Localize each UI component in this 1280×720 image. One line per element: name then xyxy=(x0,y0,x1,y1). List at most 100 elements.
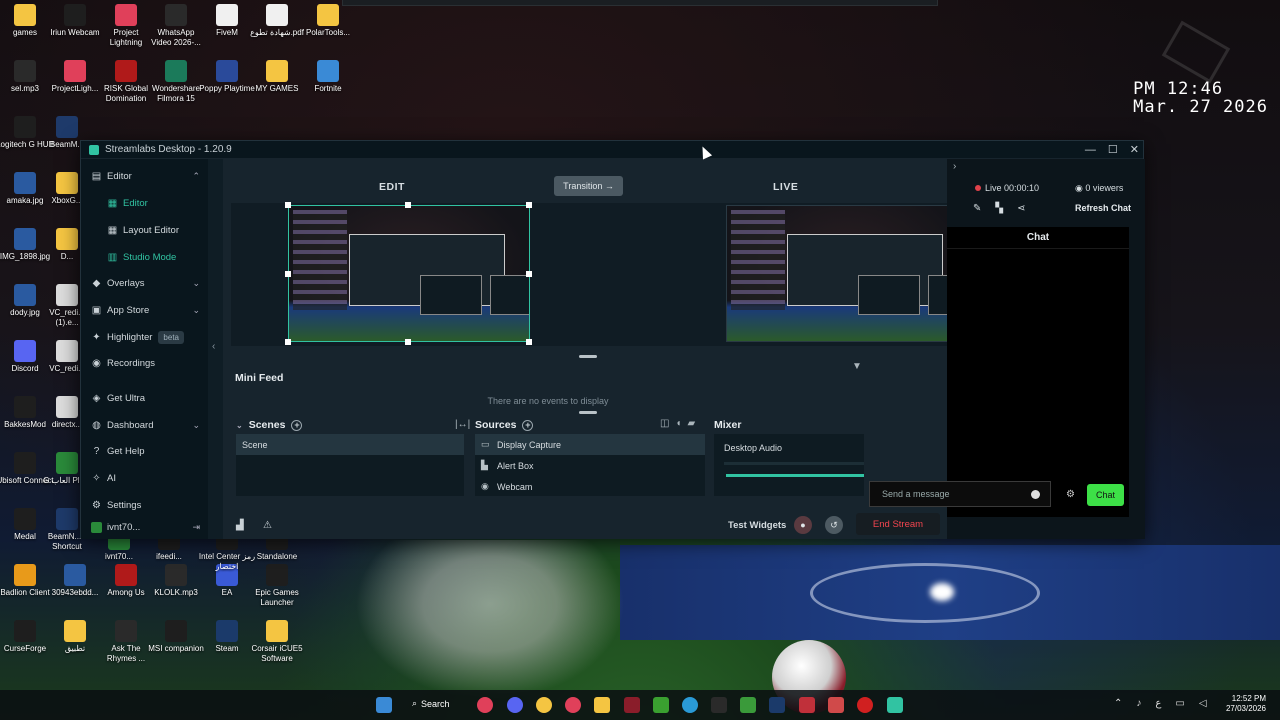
sidebar-dashboard[interactable]: ◍ Dashboard ⌄ xyxy=(81,414,208,436)
desktop-icon[interactable]: شهادة تطوع.pdf xyxy=(248,4,306,38)
taskbar-app-icon[interactable] xyxy=(565,697,581,713)
resize-handle[interactable] xyxy=(526,339,532,345)
sidebar-ai[interactable]: ✧ AI xyxy=(81,467,208,489)
add-scene-icon[interactable]: + xyxy=(291,419,303,431)
taskbar-nvidia-icon[interactable] xyxy=(653,697,669,713)
desktop-icon[interactable]: KLOLK.mp3 xyxy=(147,564,205,598)
sidebar-overlays[interactable]: ◆ Overlays ⌄ xyxy=(81,272,208,294)
folder-view-icon[interactable]: ◫ xyxy=(660,418,669,429)
chat-settings-gear-icon[interactable]: ⚙ xyxy=(1066,489,1075,500)
network-icon[interactable]: ▭ xyxy=(1175,698,1184,709)
beta-badge: beta xyxy=(158,330,184,344)
sidebar-studio-mode[interactable]: ▥ Studio Mode xyxy=(81,246,208,268)
stats-icon[interactable]: ▟ xyxy=(236,520,244,531)
resize-grip[interactable] xyxy=(579,355,597,358)
source-item[interactable]: ◉ Webcam xyxy=(475,476,705,497)
refresh-chat-button[interactable]: Refresh Chat xyxy=(1075,203,1131,213)
sidebar-editor-sub[interactable]: ▦ Editor xyxy=(81,192,208,214)
taskbar-chrome-icon[interactable] xyxy=(536,697,552,713)
desktop-icon[interactable]: ProjectLigh... xyxy=(46,60,104,94)
sidebar-user[interactable]: ivnt70... ⇥ xyxy=(81,519,208,535)
taskbar-explorer-icon[interactable] xyxy=(594,697,610,713)
sidebar-get-ultra[interactable]: ◈ Get Ultra xyxy=(81,387,208,409)
audio-icon[interactable]: ◖ xyxy=(675,418,681,429)
desktop-icon[interactable]: Wondershare Filmora 15 xyxy=(147,60,205,104)
end-stream-button[interactable]: End Stream xyxy=(856,513,940,535)
taskbar-search[interactable]: ⌕ Search xyxy=(412,698,450,709)
desktop-icon[interactable]: PolarTools... xyxy=(299,4,357,38)
edit-label: EDIT xyxy=(379,181,405,193)
scene-transition-icon[interactable]: |↔| xyxy=(455,419,470,430)
mini-feed: Mini Feed There are no events to display xyxy=(231,362,865,424)
close-button[interactable]: ✕ xyxy=(1130,143,1139,156)
volume-icon[interactable]: ◁ xyxy=(1199,698,1207,709)
collapse-sidebar-icon[interactable]: ‹ xyxy=(212,341,215,352)
resize-handle[interactable] xyxy=(405,202,411,208)
desktop-icon[interactable]: Corsair iCUE5 Software xyxy=(248,620,306,664)
taskbar-telegram-icon[interactable] xyxy=(682,697,698,713)
maximize-button[interactable]: ☐ xyxy=(1108,143,1118,156)
chat-input[interactable]: Send a message xyxy=(869,481,1051,507)
sidebar-app-store[interactable]: ▣ App Store ⌄ xyxy=(81,299,208,321)
resize-handle[interactable] xyxy=(285,202,291,208)
sidebar-editor[interactable]: ▤ Editor ⌃ xyxy=(81,165,208,187)
replay-buffer-icon[interactable]: ↺ xyxy=(825,516,843,534)
add-source-icon[interactable]: + xyxy=(522,419,534,431)
filter-icon[interactable]: ▼ xyxy=(852,361,862,372)
desktop-icon[interactable]: Fortnite xyxy=(299,60,357,94)
sidebar-layout-editor[interactable]: ▦ Layout Editor xyxy=(81,219,208,241)
clip-icon[interactable]: ▚ xyxy=(995,203,1003,214)
desktop-icon-label: Iriun Webcam xyxy=(50,28,100,37)
taskbar-app-icon[interactable] xyxy=(828,697,844,713)
emoji-icon[interactable] xyxy=(1031,489,1040,499)
sidebar-highlighter[interactable]: ✦ Highlighter beta xyxy=(81,326,208,348)
desktop-icon[interactable]: Iriun Webcam xyxy=(46,4,104,38)
desktop-icon[interactable]: 30943ebdd... xyxy=(46,564,104,598)
source-item[interactable]: ▭ Display Capture xyxy=(475,434,705,455)
source-item[interactable]: ▙ Alert Box xyxy=(475,455,705,476)
chevron-up-icon[interactable]: ⌃ xyxy=(1114,698,1122,709)
desktop-icon[interactable]: MY GAMES xyxy=(248,60,306,94)
chevron-down-icon[interactable]: ⌄ xyxy=(236,421,243,430)
taskbar-game-icon[interactable] xyxy=(624,697,640,713)
folder-icon[interactable]: ▰ xyxy=(688,418,696,429)
taskbar-app-icon[interactable] xyxy=(799,697,815,713)
taskbar-steam-icon[interactable] xyxy=(769,697,785,713)
resize-handle[interactable] xyxy=(526,202,532,208)
alert-icon[interactable]: ⚠ xyxy=(263,520,272,531)
resize-handle[interactable] xyxy=(285,339,291,345)
sidebar-get-help[interactable]: ? Get Help xyxy=(81,440,208,462)
app-icon xyxy=(14,60,36,82)
expand-panel-icon[interactable]: › xyxy=(953,161,956,172)
microphone-icon[interactable]: ♪ xyxy=(1136,698,1141,709)
desktop-icon[interactable]: WhatsApp Video 2026-... xyxy=(147,4,205,48)
edit-pencil-icon[interactable]: ✎ xyxy=(973,203,981,214)
app-icon xyxy=(64,620,86,642)
share-icon[interactable]: ⋖ xyxy=(1017,203,1025,214)
taskbar-project-lightning-icon[interactable] xyxy=(477,697,493,713)
language-indicator[interactable]: ع xyxy=(1155,698,1161,709)
scene-item[interactable]: Scene xyxy=(236,434,464,455)
record-button[interactable]: ● xyxy=(794,516,812,534)
resize-handle[interactable] xyxy=(405,339,411,345)
send-chat-button[interactable]: Chat xyxy=(1087,484,1124,506)
desktop-icon[interactable]: MSI companion xyxy=(147,620,205,654)
resize-grip[interactable] xyxy=(579,411,597,414)
transition-button[interactable]: Transition → xyxy=(554,176,623,196)
taskbar-app-icon[interactable] xyxy=(711,697,727,713)
desktop-icon[interactable]: Epic Games Launcher xyxy=(248,564,306,608)
resize-handle[interactable] xyxy=(526,271,532,277)
taskbar-discord-icon[interactable] xyxy=(507,697,523,713)
taskbar-clock[interactable]: 12:52 PM 27/03/2026 xyxy=(1226,694,1266,714)
sidebar-recordings[interactable]: ◉ Recordings xyxy=(81,352,208,374)
edit-preview[interactable] xyxy=(288,205,530,342)
minimize-button[interactable]: — xyxy=(1085,144,1096,156)
taskbar-streamlabs-icon[interactable] xyxy=(887,697,903,713)
resize-handle[interactable] xyxy=(285,271,291,277)
start-windows-icon[interactable] xyxy=(376,697,392,713)
sidebar-settings[interactable]: ⚙ Settings xyxy=(81,494,208,516)
taskbar-minecraft-icon[interactable] xyxy=(740,697,756,713)
desktop-icon[interactable]: تطبيق xyxy=(46,620,104,654)
taskbar-youtube-icon[interactable] xyxy=(857,697,873,713)
volume-fader[interactable] xyxy=(726,474,864,477)
